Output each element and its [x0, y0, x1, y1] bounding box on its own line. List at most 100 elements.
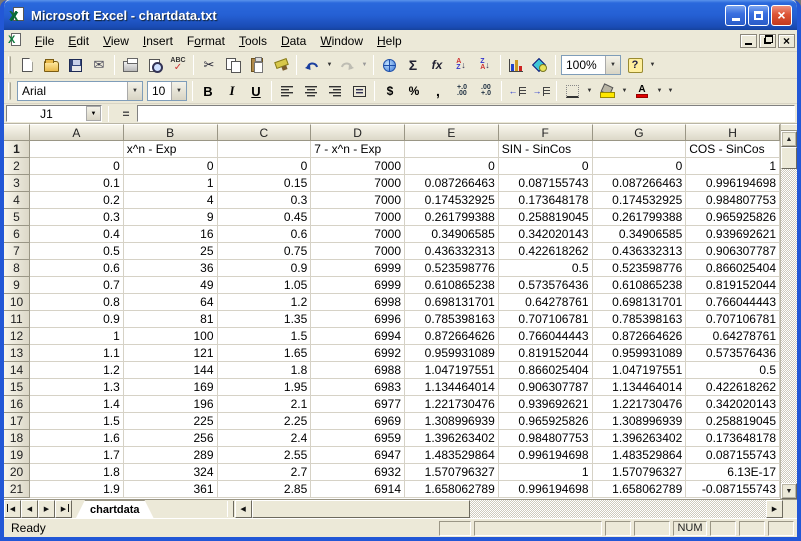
cell-A3[interactable]: 0.1 [30, 175, 124, 192]
bold-button[interactable]: B [196, 80, 220, 102]
cell-C7[interactable]: 0.75 [218, 243, 312, 260]
cell-D3[interactable]: 7000 [311, 175, 405, 192]
cell-C14[interactable]: 1.8 [218, 362, 312, 379]
row-header-17[interactable]: 17 [4, 413, 30, 430]
cell-F1[interactable]: SIN - SinCos [499, 141, 593, 158]
column-header-A[interactable]: A [30, 124, 124, 141]
cell-G6[interactable]: 0.34906585 [593, 226, 687, 243]
cell-E17[interactable]: 1.308996939 [405, 413, 499, 430]
name-box-dropdown[interactable]: ▼ [86, 106, 101, 121]
cell-F10[interactable]: 0.64278761 [499, 294, 593, 311]
print-button[interactable] [118, 54, 142, 76]
row-header-18[interactable]: 18 [4, 430, 30, 447]
cell-G21[interactable]: 1.658062789 [593, 481, 687, 498]
cell-H9[interactable]: 0.819152044 [686, 277, 780, 294]
borders-button[interactable] [560, 80, 584, 102]
cell-E3[interactable]: 0.087266463 [405, 175, 499, 192]
cell-A19[interactable]: 1.7 [30, 447, 124, 464]
cell-C13[interactable]: 1.65 [218, 345, 312, 362]
row-header-19[interactable]: 19 [4, 447, 30, 464]
cell-G13[interactable]: 0.959931089 [593, 345, 687, 362]
cell-A9[interactable]: 0.7 [30, 277, 124, 294]
format-painter-button[interactable] [269, 54, 293, 76]
cell-D20[interactable]: 6932 [311, 464, 405, 481]
cell-G7[interactable]: 0.436332313 [593, 243, 687, 260]
cell-C5[interactable]: 0.45 [218, 209, 312, 226]
cell-A15[interactable]: 1.3 [30, 379, 124, 396]
cell-E11[interactable]: 0.785398163 [405, 311, 499, 328]
column-header-F[interactable]: F [499, 124, 593, 141]
cell-F19[interactable]: 0.996194698 [499, 447, 593, 464]
sort-descending-button[interactable]: ZA ↓ [473, 54, 497, 76]
cell-F11[interactable]: 0.707106781 [499, 311, 593, 328]
cell-D15[interactable]: 6983 [311, 379, 405, 396]
menu-data[interactable]: Data [274, 31, 313, 51]
cell-E16[interactable]: 1.221730476 [405, 396, 499, 413]
cell-B16[interactable]: 196 [124, 396, 218, 413]
row-header-8[interactable]: 8 [4, 260, 30, 277]
underline-button[interactable]: U [244, 80, 268, 102]
currency-button[interactable]: $ [378, 80, 402, 102]
cell-F17[interactable]: 0.965925826 [499, 413, 593, 430]
row-header-2[interactable]: 2 [4, 158, 30, 175]
first-sheet-button[interactable]: ◀ [4, 500, 21, 518]
column-header-E[interactable]: E [405, 124, 499, 141]
cell-B6[interactable]: 16 [124, 226, 218, 243]
cell-A8[interactable]: 0.6 [30, 260, 124, 277]
cell-G8[interactable]: 0.523598776 [593, 260, 687, 277]
toolbar-grip[interactable] [8, 56, 11, 74]
cell-F9[interactable]: 0.573576436 [499, 277, 593, 294]
cell-D14[interactable]: 6988 [311, 362, 405, 379]
cell-H12[interactable]: 0.64278761 [686, 328, 780, 345]
cell-E12[interactable]: 0.872664626 [405, 328, 499, 345]
spelling-button[interactable]: ABC ✓ [166, 54, 190, 76]
cell-H18[interactable]: 0.173648178 [686, 430, 780, 447]
cell-G12[interactable]: 0.872664626 [593, 328, 687, 345]
redo-dropdown[interactable]: ▼ [359, 54, 370, 76]
cell-D21[interactable]: 6914 [311, 481, 405, 498]
row-header-12[interactable]: 12 [4, 328, 30, 345]
italic-button[interactable]: I [220, 80, 244, 102]
menu-insert[interactable]: Insert [136, 31, 180, 51]
cell-B15[interactable]: 169 [124, 379, 218, 396]
zoom-combobox[interactable]: 100% ▼ [561, 55, 621, 75]
cell-B19[interactable]: 289 [124, 447, 218, 464]
mail-button[interactable]: ✉ [87, 54, 111, 76]
row-header-4[interactable]: 4 [4, 192, 30, 209]
cell-B5[interactable]: 9 [124, 209, 218, 226]
cell-B2[interactable]: 0 [124, 158, 218, 175]
column-header-H[interactable]: H [686, 124, 780, 141]
cell-C12[interactable]: 1.5 [218, 328, 312, 345]
cell-D1[interactable]: 7 - x^n - Exp [311, 141, 405, 158]
chart-wizard-button[interactable] [504, 54, 528, 76]
cell-H14[interactable]: 0.5 [686, 362, 780, 379]
drawing-button[interactable] [528, 54, 552, 76]
undo-dropdown[interactable]: ▼ [324, 54, 335, 76]
cell-A20[interactable]: 1.8 [30, 464, 124, 481]
cell-C20[interactable]: 2.7 [218, 464, 312, 481]
cell-F12[interactable]: 0.766044443 [499, 328, 593, 345]
cell-C6[interactable]: 0.6 [218, 226, 312, 243]
menu-window[interactable]: Window [313, 31, 370, 51]
cell-D19[interactable]: 6947 [311, 447, 405, 464]
cell-H21[interactable]: -0.087155743 [686, 481, 780, 498]
cell-A11[interactable]: 0.9 [30, 311, 124, 328]
cell-F6[interactable]: 0.342020143 [499, 226, 593, 243]
cell-B11[interactable]: 81 [124, 311, 218, 328]
cell-B9[interactable]: 49 [124, 277, 218, 294]
row-header-15[interactable]: 15 [4, 379, 30, 396]
cell-D18[interactable]: 6959 [311, 430, 405, 447]
size-dropdown-arrow[interactable]: ▼ [171, 82, 186, 100]
cell-B4[interactable]: 4 [124, 192, 218, 209]
cell-C17[interactable]: 2.25 [218, 413, 312, 430]
row-header-7[interactable]: 7 [4, 243, 30, 260]
align-right-button[interactable] [323, 80, 347, 102]
cell-E21[interactable]: 1.658062789 [405, 481, 499, 498]
cell-H5[interactable]: 0.965925826 [686, 209, 780, 226]
excel-app-icon[interactable]: X [9, 7, 26, 23]
horizontal-scroll-thumb[interactable] [252, 500, 470, 518]
align-left-button[interactable] [275, 80, 299, 102]
decrease-decimal-button[interactable]: .00 +.0 [474, 80, 498, 102]
cut-button[interactable]: ✂ [197, 54, 221, 76]
cell-D4[interactable]: 7000 [311, 192, 405, 209]
